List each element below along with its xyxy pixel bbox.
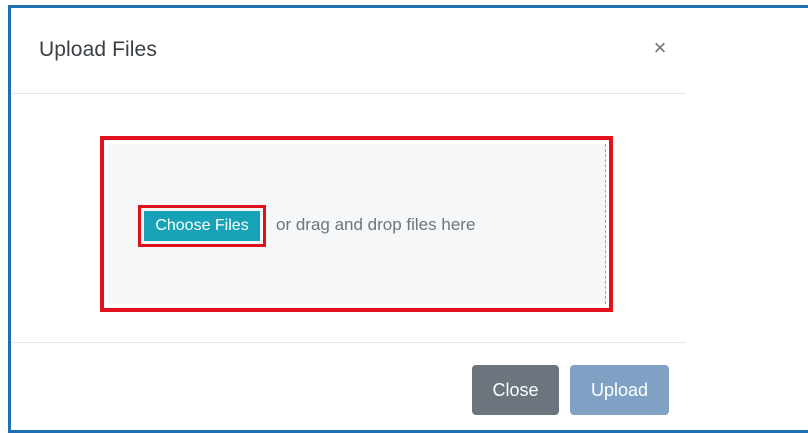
choose-files-button[interactable]: Choose Files (144, 211, 260, 241)
drop-hint-text: or drag and drop files here (276, 215, 476, 234)
dialog-title: Upload Files (39, 38, 157, 61)
dialog-body: Choose Files or drag and drop files here (11, 94, 686, 342)
screen: Upload Files × Choose Files or drag and … (0, 0, 808, 433)
dialog-footer: Close Upload (11, 342, 686, 431)
choose-files-highlight: Choose Files (138, 205, 266, 247)
upload-button[interactable]: Upload (570, 365, 669, 415)
close-button[interactable]: Close (472, 365, 559, 415)
close-icon[interactable]: × (649, 36, 671, 60)
dialog-header: Upload Files × (11, 8, 686, 94)
dropzone-highlight: Choose Files or drag and drop files here (100, 136, 613, 312)
file-dropzone[interactable]: Choose Files or drag and drop files here (108, 144, 606, 304)
upload-files-dialog: Upload Files × Choose Files or drag and … (11, 8, 686, 430)
